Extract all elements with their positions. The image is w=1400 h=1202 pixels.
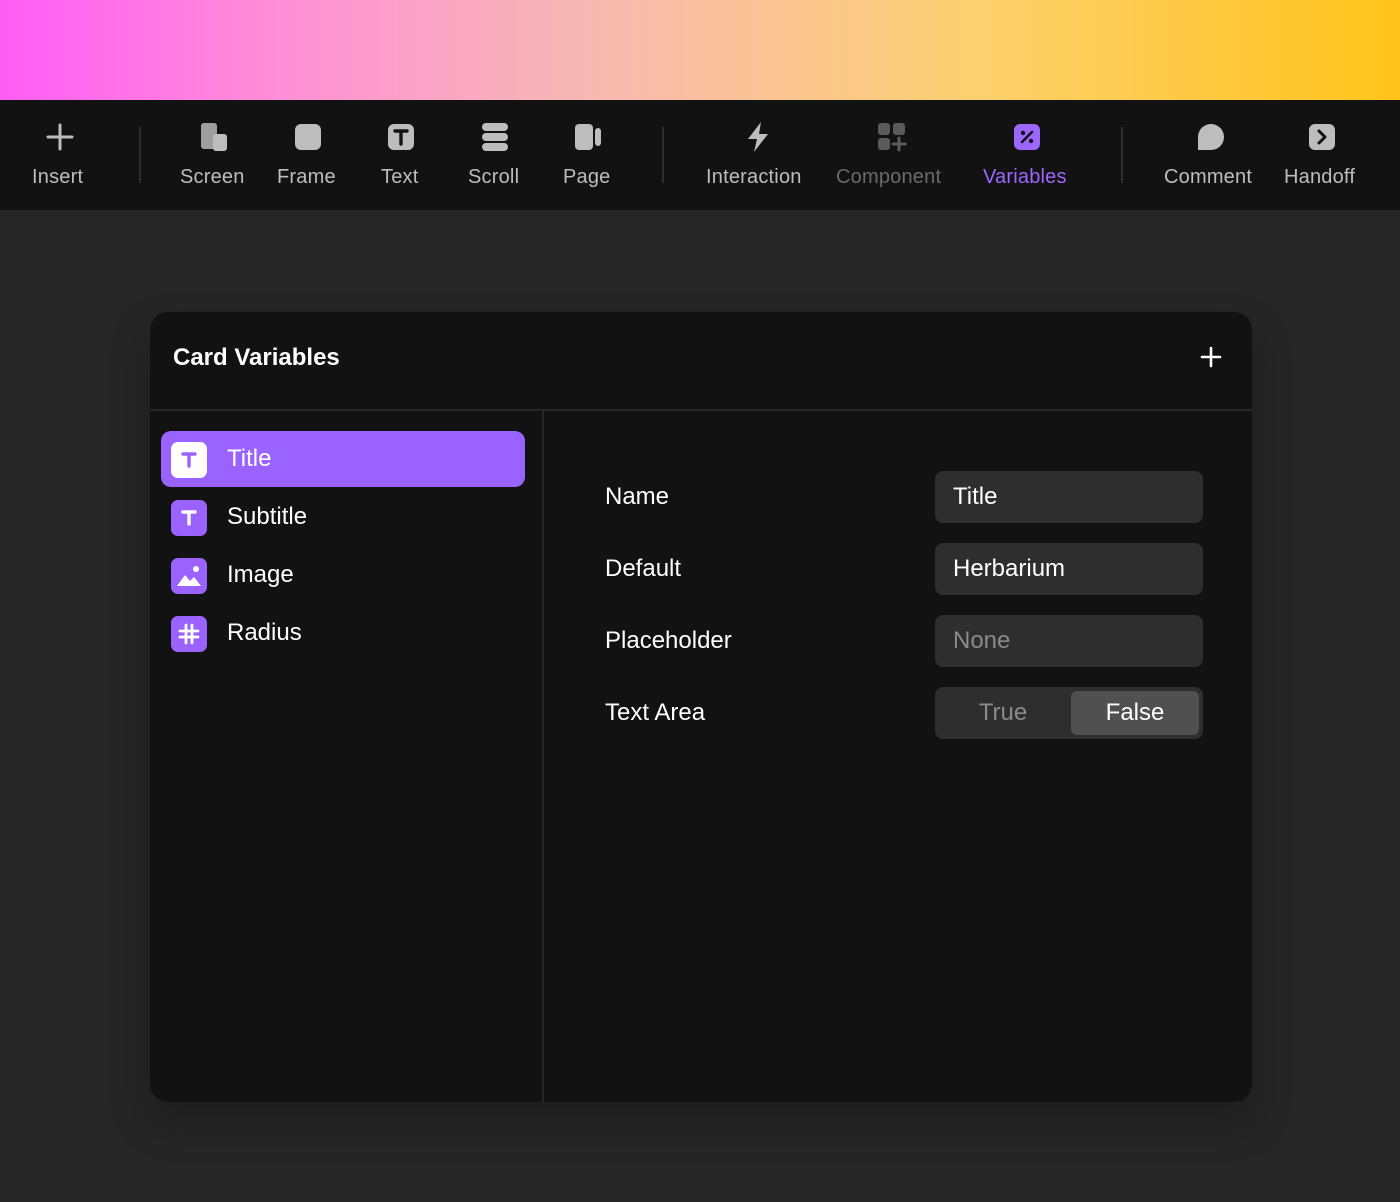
name-field[interactable]: [935, 471, 1203, 523]
panel-column-divider: [542, 411, 544, 1102]
variable-label: Subtitle: [227, 503, 308, 530]
toolbar-page-label: Page: [563, 166, 611, 188]
lightning-icon: [741, 120, 775, 154]
placeholder-field[interactable]: [935, 615, 1203, 667]
card-variables-panel: Card Variables Title Subtitle Image Radi…: [150, 312, 1252, 1102]
comment-icon: [1194, 120, 1228, 154]
plus-icon: [43, 120, 77, 154]
frame-icon: [291, 120, 325, 154]
toolbar-insert-label: Insert: [32, 166, 84, 188]
panel-title: Card Variables: [173, 344, 340, 371]
number-type-icon: [171, 616, 207, 652]
toolbar-divider: [139, 127, 141, 183]
toolbar: Insert Screen Frame Text Scroll Page Int…: [0, 100, 1400, 210]
plus-icon: [1200, 346, 1222, 368]
variables-icon: [1010, 120, 1044, 154]
toolbar-scroll-button[interactable]: Scroll: [460, 100, 530, 210]
variable-item-image[interactable]: Image: [161, 547, 525, 603]
scroll-icon: [478, 120, 512, 154]
variable-label: Image: [227, 561, 294, 588]
name-label: Name: [605, 483, 670, 510]
text-type-icon: [171, 500, 207, 536]
toolbar-divider: [662, 127, 664, 183]
page-icon: [571, 120, 605, 154]
text-area-toggle: True False: [935, 687, 1203, 739]
toolbar-text-label: Text: [381, 166, 419, 188]
variable-item-radius[interactable]: Radius: [161, 605, 525, 661]
toolbar-page-button[interactable]: Page: [555, 100, 621, 210]
panel-divider: [150, 409, 1252, 411]
text-icon: [384, 120, 418, 154]
toolbar-scroll-label: Scroll: [468, 166, 520, 188]
header-gradient-banner: [0, 0, 1400, 100]
text-area-label: Text Area: [605, 699, 706, 726]
text-area-true-option[interactable]: True: [939, 691, 1067, 735]
toolbar-interaction-label: Interaction: [706, 166, 802, 188]
text-type-icon: [171, 442, 207, 478]
toolbar-frame-label: Frame: [277, 166, 336, 188]
toolbar-variables-button[interactable]: Variables: [978, 100, 1076, 210]
default-field[interactable]: [935, 543, 1203, 595]
default-label: Default: [605, 555, 682, 582]
screen-icon: [197, 120, 231, 154]
toolbar-component-label: Component: [836, 166, 942, 188]
toolbar-text-button[interactable]: Text: [370, 100, 432, 210]
variable-label: Radius: [227, 619, 302, 646]
variable-label: Title: [227, 445, 272, 472]
add-variable-button[interactable]: [1196, 342, 1226, 372]
toolbar-handoff-label: Handoff: [1284, 166, 1356, 188]
image-type-icon: [171, 558, 207, 594]
toolbar-screen-label: Screen: [180, 166, 245, 188]
toolbar-variables-label: Variables: [983, 166, 1067, 188]
placeholder-label: Placeholder: [605, 627, 732, 654]
toolbar-comment-label: Comment: [1164, 166, 1253, 188]
text-area-false-option[interactable]: False: [1071, 691, 1199, 735]
variable-item-title[interactable]: Title: [161, 431, 525, 487]
toolbar-component-button[interactable]: Component: [833, 100, 951, 210]
toolbar-divider: [1121, 127, 1123, 183]
toolbar-screen-button[interactable]: Screen: [176, 100, 252, 210]
variable-item-subtitle[interactable]: Subtitle: [161, 489, 525, 545]
toolbar-interaction-button[interactable]: Interaction: [702, 100, 814, 210]
toolbar-insert-button[interactable]: Insert: [25, 100, 95, 210]
component-icon: [875, 120, 909, 154]
toolbar-comment-button[interactable]: Comment: [1160, 100, 1262, 210]
toolbar-handoff-button[interactable]: Handoff: [1280, 100, 1364, 210]
toolbar-frame-button[interactable]: Frame: [272, 100, 344, 210]
handoff-icon: [1305, 120, 1339, 154]
